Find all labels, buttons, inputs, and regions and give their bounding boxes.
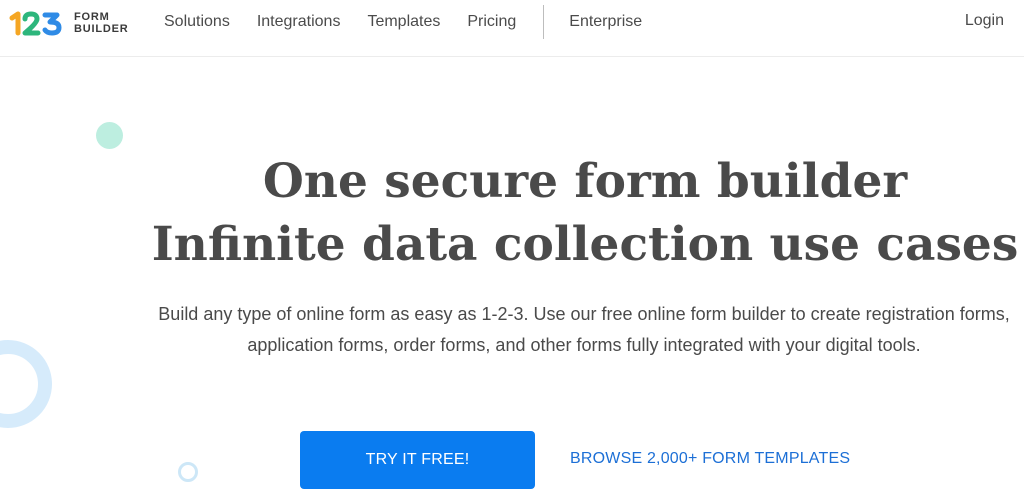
decorative-dot [96,122,123,149]
browse-templates-link[interactable]: BROWSE 2,000+ FORM TEMPLATES [570,450,850,468]
brand-logo[interactable]: FORM BUILDER [8,9,129,37]
decorative-ring-large [0,340,52,428]
decorative-ring-small [178,462,198,482]
main-nav: Solutions Integrations Templates Pricing… [164,0,669,44]
hero-title-line-2: Infinite data collection use cases [151,217,1019,272]
site-header: FORM BUILDER Solutions Integrations Temp… [0,0,1024,57]
nav-enterprise[interactable]: Enterprise [569,13,642,31]
nav-pricing[interactable]: Pricing [467,13,516,31]
logo-digits-icon [8,9,68,37]
logo-line-builder: BUILDER [74,23,129,35]
hero-subtitle: Build any type of online form as easy as… [158,304,1010,355]
logo-wordmark: FORM BUILDER [74,11,129,35]
logo-line-form: FORM [74,11,110,23]
try-it-free-button[interactable]: TRY IT FREE! [300,431,535,489]
nav-divider [543,5,545,39]
nav-templates[interactable]: Templates [367,13,440,31]
hero-title: One secure form builder Infinite data co… [0,150,1024,276]
nav-solutions[interactable]: Solutions [164,13,230,31]
hero-title-line-1: One secure form builder [262,154,908,209]
login-link[interactable]: Login [965,12,1004,30]
nav-integrations[interactable]: Integrations [257,13,341,31]
